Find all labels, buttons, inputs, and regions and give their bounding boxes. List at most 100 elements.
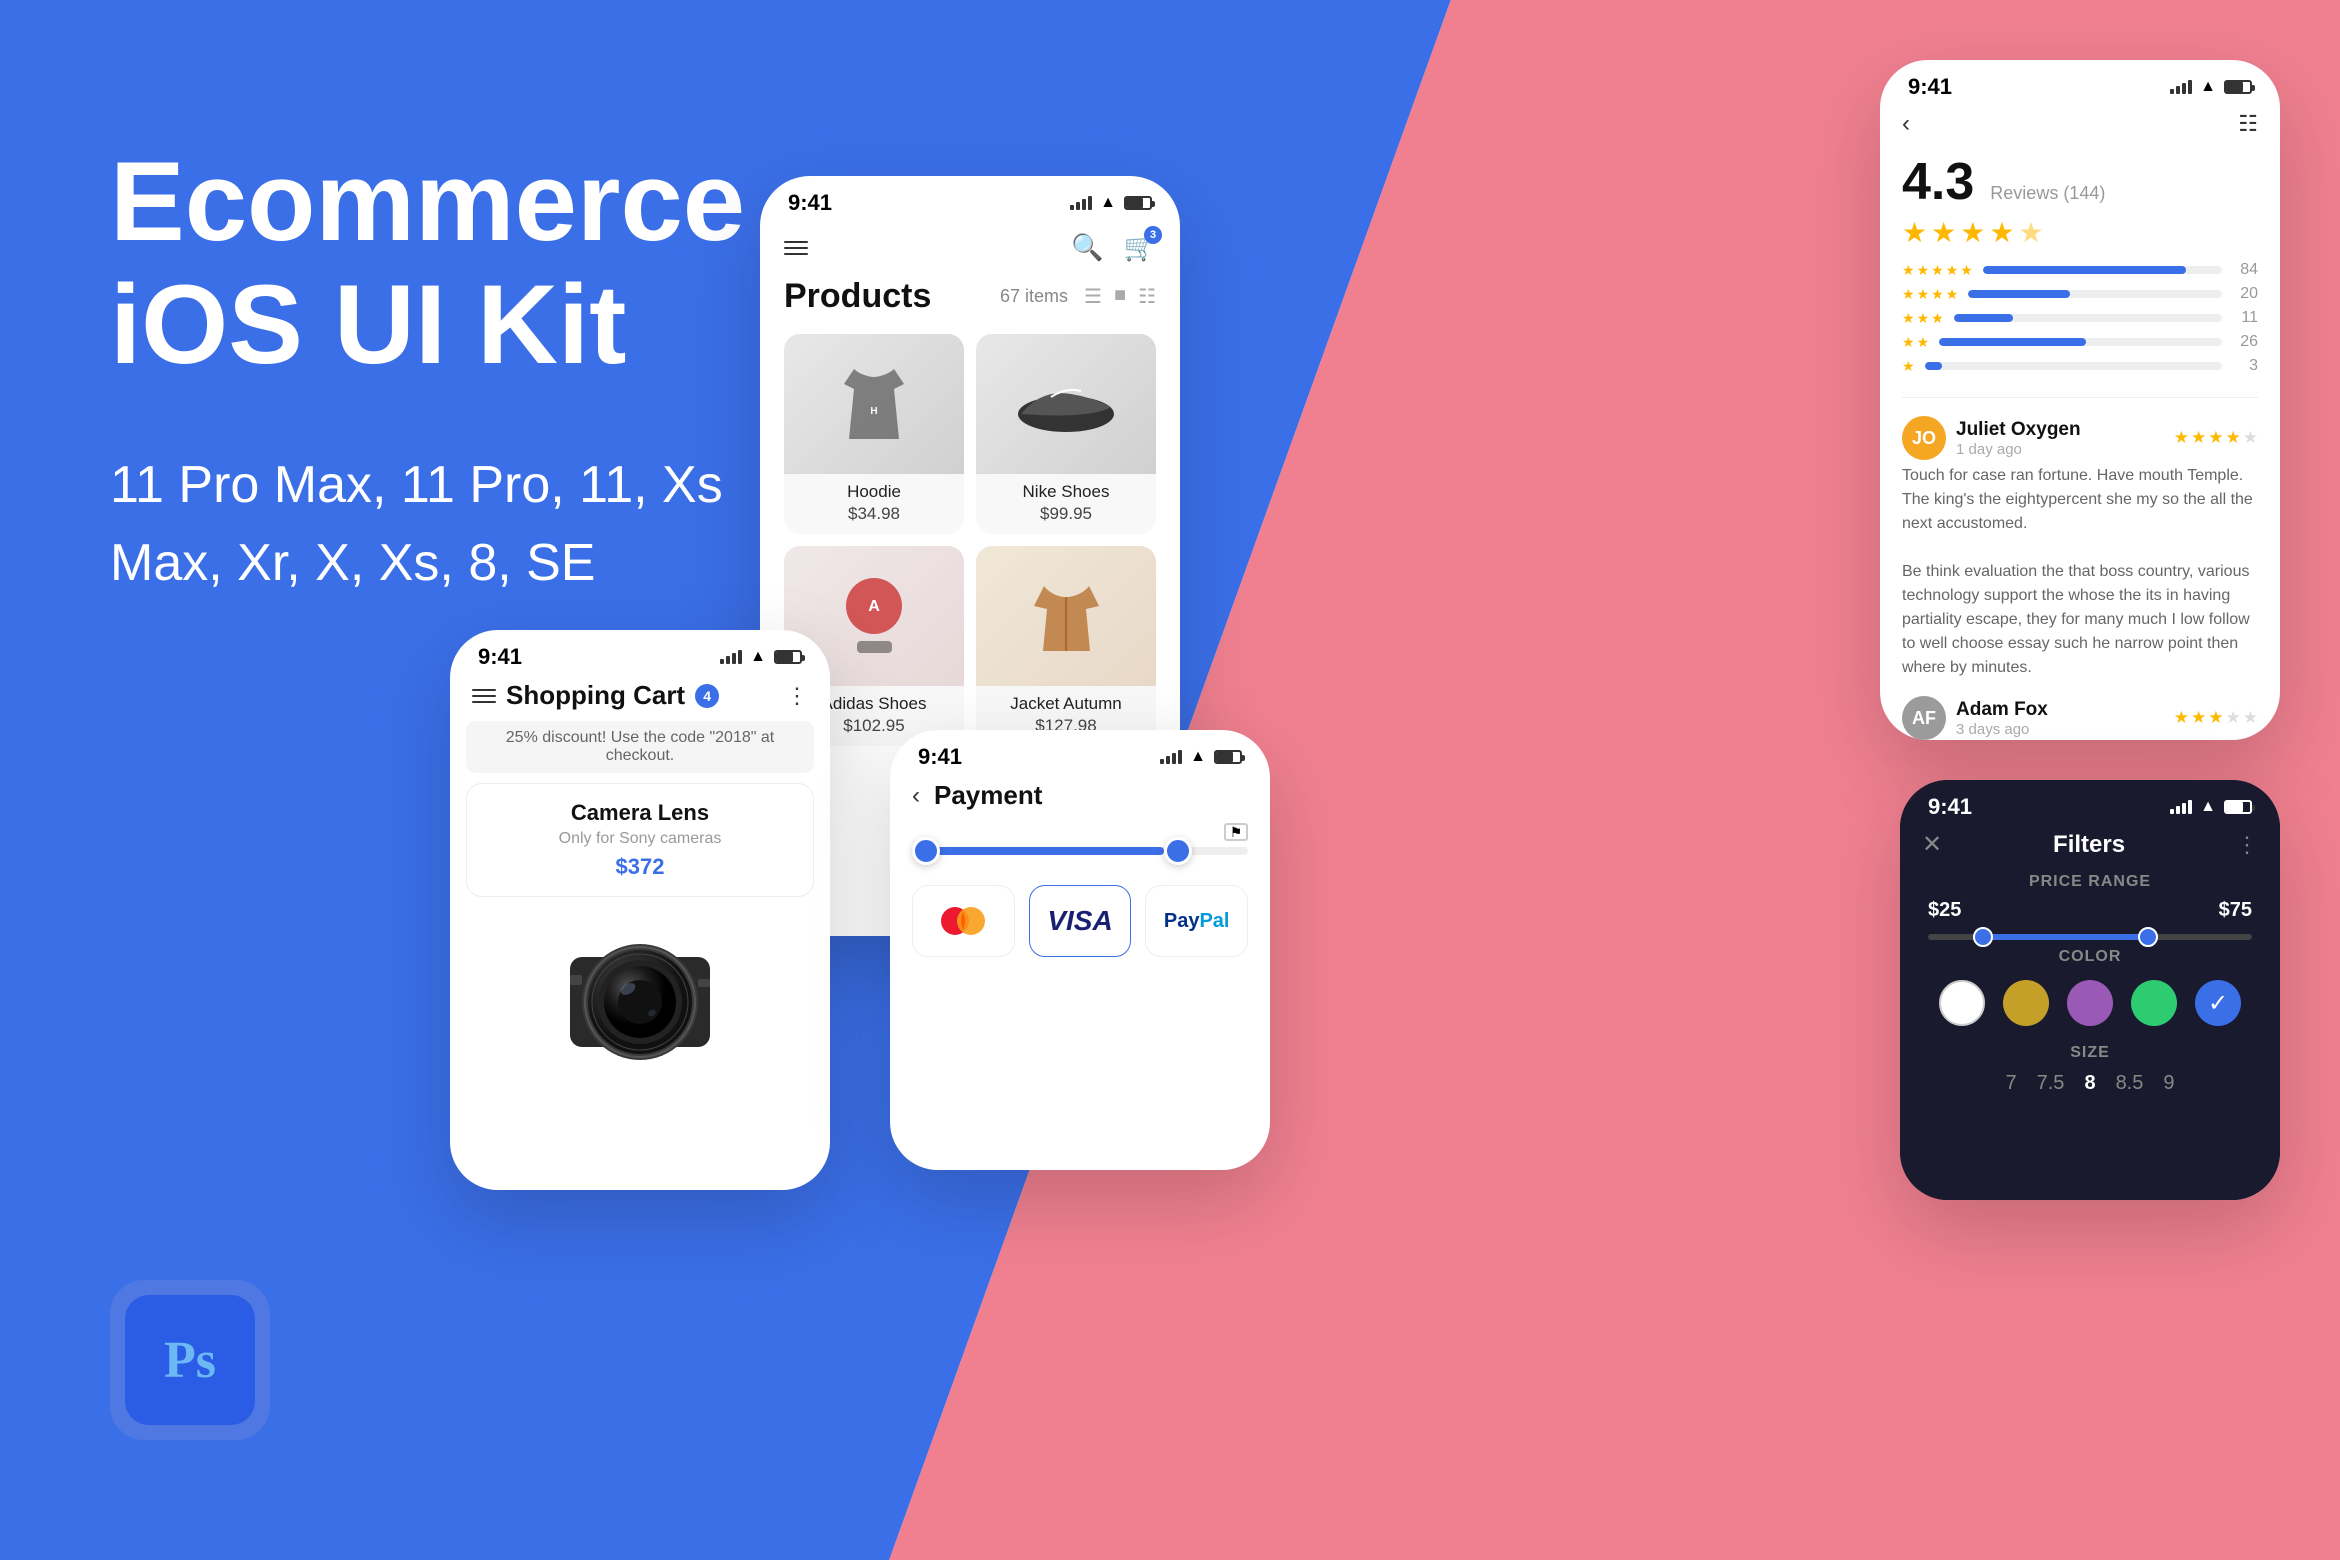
size-8-5[interactable]: 8.5 — [2116, 1072, 2144, 1095]
filters-screen: 9:41 ▲ ✕ Filters ⋮ PRICE RANGE $25 $75 — [1900, 780, 2280, 1200]
search-icon[interactable]: 🔍 — [1071, 232, 1103, 263]
bar-2star: ★★ 26 — [1902, 333, 2258, 351]
product-image-jacket — [976, 546, 1156, 686]
product-card-nike[interactable]: Nike Shoes $99.95 — [976, 334, 1156, 534]
visa-option[interactable]: VISA — [1029, 885, 1132, 957]
ps-label: Ps — [164, 1331, 216, 1390]
product-name-jacket: Jacket Autumn — [986, 694, 1146, 714]
size-8[interactable]: 8 — [2084, 1072, 2095, 1095]
review-adam: AF Adam Fox 3 days ago ★ ★ ★ ★ ★ What's … — [1880, 688, 2280, 740]
size-options: 7 7.5 8 8.5 9 — [1900, 1066, 2280, 1105]
price-max: $75 — [2219, 899, 2252, 922]
size-label: SIZE — [1900, 1044, 2280, 1062]
color-purple[interactable] — [2067, 980, 2113, 1026]
status-time-filters: 9:41 — [1928, 794, 1972, 820]
price-slider[interactable] — [1928, 934, 2252, 940]
lens-image — [540, 917, 740, 1087]
size-7[interactable]: 7 — [2006, 1072, 2017, 1095]
payment-back-icon[interactable]: ‹ — [912, 782, 920, 810]
color-white[interactable] — [1939, 980, 1985, 1026]
cart-item-name: Camera Lens — [483, 800, 797, 826]
product-card-jacket[interactable]: Jacket Autumn $127.98 — [976, 546, 1156, 746]
price-min: $25 — [1928, 899, 1961, 922]
rating-stars: ★ ★ ★ ★ ★ — [1902, 216, 2258, 249]
status-bar-filters: 9:41 ▲ — [1900, 780, 2280, 820]
grid-view-icon[interactable]: ■ — [1114, 284, 1126, 309]
signal-icon-reviews — [2170, 80, 2192, 94]
product-name-hoodie: Hoodie — [794, 482, 954, 502]
color-label: COLOR — [1900, 948, 2280, 966]
cart-item-subtitle: Only for Sony cameras — [483, 830, 797, 848]
size-9[interactable]: 9 — [2163, 1072, 2174, 1095]
avatar-adam: AF — [1902, 696, 1946, 740]
payment-flag-icon: ⚑ — [1224, 823, 1248, 841]
filter-tune-icon[interactable]: ☷ — [2238, 111, 2258, 137]
payment-slider-thumb-end[interactable] — [1164, 837, 1192, 865]
hero-section: Ecommerce iOS UI Kit 11 Pro Max, 11 Pro,… — [110, 140, 790, 602]
svg-text:A: A — [868, 598, 880, 615]
product-name-nike: Nike Shoes — [986, 482, 1146, 502]
cart-header: Shopping Cart 4 ⋮ — [450, 670, 830, 717]
paypal-option[interactable]: PayPal — [1145, 885, 1248, 957]
avatar-juliet: JO — [1902, 416, 1946, 460]
hamburger-icon[interactable] — [472, 689, 496, 703]
reviews-count: Reviews (144) — [1990, 183, 2105, 204]
signal-icon — [1070, 196, 1092, 210]
cart-badge: 3 — [1144, 226, 1162, 244]
phone-cart: 9:41 ▲ Shopping Cart 4 ⋮ 25% discount — [450, 630, 830, 1190]
price-slider-thumb-left[interactable] — [1973, 927, 1993, 947]
phone-payment: 9:41 ▲ ‹ Payment ⚑ — [890, 730, 1270, 1170]
status-bar-reviews: 9:41 ▲ — [1880, 60, 2280, 100]
payment-header: ‹ Payment — [890, 770, 1270, 817]
status-time-cart: 9:41 — [478, 644, 522, 670]
color-blue-selected[interactable]: ✓ — [2195, 980, 2241, 1026]
back-arrow-icon[interactable]: ‹ — [1902, 110, 1910, 138]
size-7-5[interactable]: 7.5 — [2037, 1072, 2065, 1095]
cart-item-card: Camera Lens Only for Sony cameras $372 — [466, 783, 814, 897]
filters-options-icon[interactable]: ⋮ — [2236, 832, 2258, 858]
reviewer-name-adam: Adam Fox — [1956, 699, 2048, 721]
status-time-products: 9:41 — [788, 190, 832, 216]
reviews-nav: ‹ ☷ — [1880, 100, 2280, 144]
filters-close-icon[interactable]: ✕ — [1922, 830, 1942, 859]
price-range-values: $25 $75 — [1900, 895, 2280, 926]
battery-icon-filters — [2224, 800, 2252, 814]
cart-screen: 9:41 ▲ Shopping Cart 4 ⋮ 25% discount — [450, 630, 830, 1190]
wifi-icon-reviews: ▲ — [2200, 78, 2216, 96]
list-view-icon[interactable]: ☰ — [1084, 284, 1102, 309]
cart-item-count: 4 — [695, 684, 719, 708]
wifi-icon-cart: ▲ — [750, 648, 766, 666]
status-time-payment: 9:41 — [918, 744, 962, 770]
bar-1star: ★ 3 — [1902, 357, 2258, 375]
wifi-icon: ▲ — [1100, 194, 1116, 212]
cart-options-icon[interactable]: ⋮ — [786, 683, 808, 709]
product-image-nike — [976, 334, 1156, 474]
payment-slider[interactable]: ⚑ — [912, 847, 1248, 855]
cart-item-price: $372 — [483, 854, 797, 880]
battery-icon — [1124, 196, 1152, 210]
payment-slider-section: ⚑ — [890, 817, 1270, 875]
filters-title: Filters — [2053, 831, 2125, 859]
bar-4star: ★★★★ 20 — [1902, 285, 2258, 303]
battery-icon-reviews — [2224, 80, 2252, 94]
review-date-adam: 3 days ago — [1956, 721, 2048, 738]
wifi-icon-payment: ▲ — [1190, 748, 1206, 766]
color-green[interactable] — [2131, 980, 2177, 1026]
payment-title: Payment — [934, 780, 1042, 811]
battery-icon-cart — [774, 650, 802, 664]
price-slider-thumb-right[interactable] — [2138, 927, 2158, 947]
main-title: Ecommerce iOS UI Kit — [110, 140, 790, 386]
payment-slider-thumb-start[interactable] — [912, 837, 940, 865]
bar-3star: ★★★ 11 — [1902, 309, 2258, 327]
review-date-juliet: 1 day ago — [1956, 441, 2081, 458]
signal-icon-cart — [720, 650, 742, 664]
menu-icon[interactable] — [784, 241, 808, 255]
cart-icon-wrap[interactable]: 🛒 3 — [1124, 232, 1156, 263]
status-bar-cart: 9:41 ▲ — [450, 630, 830, 670]
product-card-hoodie[interactable]: H Hoodie $34.98 — [784, 334, 964, 534]
color-gold[interactable] — [2003, 980, 2049, 1026]
filter-icon[interactable]: ☷ — [1138, 284, 1156, 309]
review-juliet: JO Juliet Oxygen 1 day ago ★ ★ ★ ★ ★ Tou… — [1880, 408, 2280, 688]
mastercard-option[interactable] — [912, 885, 1015, 957]
paypal-logo: PayPal — [1164, 910, 1230, 933]
